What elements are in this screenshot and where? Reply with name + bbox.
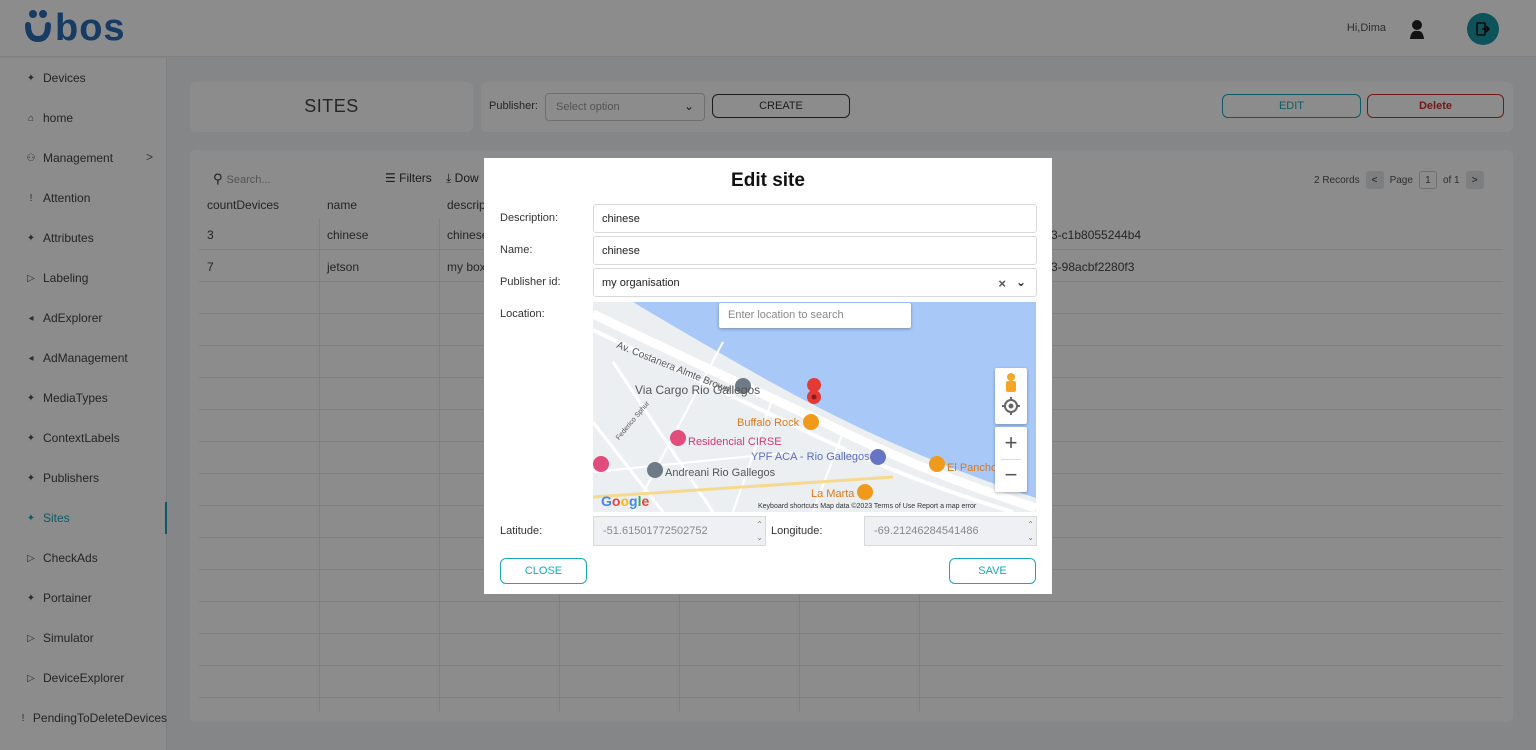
map-search-input[interactable]: Enter location to search [719, 303, 911, 328]
description-field[interactable]: chinese [593, 204, 1037, 233]
chevron-down-icon[interactable]: ⌄ [1016, 275, 1026, 289]
latitude-stepper[interactable]: ⌃ ⌄ [756, 518, 763, 544]
description-value: chinese [602, 213, 640, 225]
save-button[interactable]: SAVE [949, 558, 1036, 584]
longitude-label: Longitude: [771, 525, 823, 537]
name-value: chinese [602, 245, 640, 257]
map-label-residencial: Residencial CIRSE [688, 436, 782, 448]
map-label-buffalo-rock: Buffalo Rock [737, 417, 800, 429]
map-label-via-cargo: Via Cargo Rio Gallegos [635, 383, 761, 397]
my-location-icon[interactable] [1002, 397, 1020, 415]
map-view-controls [995, 368, 1027, 424]
location-map[interactable]: Av. Costanera Almte Brown Via Cargo Rio … [593, 302, 1036, 512]
buffalo-rock-pin[interactable] [803, 414, 819, 430]
map-label-la-marta: La Marta [811, 488, 855, 500]
dialog-title: Edit site [731, 170, 805, 191]
map-search-placeholder: Enter location to search [728, 309, 844, 321]
longitude-field[interactable]: -69.21246284541486 ⌃ ⌄ [864, 516, 1037, 546]
latitude-label: Latitude: [500, 525, 543, 537]
clear-icon[interactable]: × [998, 276, 1006, 291]
edit-site-dialog: Edit site Description: chinese Name: chi… [484, 158, 1052, 594]
location-label: Location: [500, 308, 545, 320]
pegman-icon[interactable] [1006, 373, 1016, 392]
zoom-out-button[interactable]: − [995, 460, 1027, 492]
residencial-pin[interactable] [670, 430, 686, 446]
google-logo: Google [601, 493, 650, 509]
longitude-stepper[interactable]: ⌃ ⌄ [1027, 518, 1034, 544]
map-label-ypf: YPF ACA - Rio Gallegos [751, 451, 870, 463]
publisher-id-select[interactable]: my organisation × ⌄ [593, 268, 1037, 297]
el-pancho-pin[interactable] [929, 456, 945, 472]
longitude-value: -69.21246284541486 [874, 525, 979, 537]
andreani-pin[interactable] [647, 462, 663, 478]
publisher-id-label: Publisher id: [500, 276, 561, 288]
latitude-value: -51.61501772502752 [603, 525, 708, 537]
la-marta-pin[interactable] [857, 484, 873, 500]
publisher-id-value: my organisation [602, 277, 680, 289]
name-field[interactable]: chinese [593, 236, 1037, 265]
map-controls-icons [1002, 373, 1020, 415]
map-label-el-pancho: El Pancho [947, 462, 998, 474]
zoom-controls: + − [995, 427, 1027, 492]
name-label: Name: [500, 244, 533, 256]
close-button[interactable]: CLOSE [500, 558, 587, 584]
latitude-field[interactable]: -51.61501772502752 ⌃ ⌄ [593, 516, 766, 546]
hotel-pin[interactable] [593, 456, 609, 472]
description-label: Description: [500, 212, 559, 224]
zoom-in-button[interactable]: + [995, 427, 1027, 459]
map-label-andreani: Andreani Rio Gallegos [665, 467, 776, 479]
map-attribution[interactable]: Keyboard shortcuts Map data ©2023 Terms … [758, 503, 976, 510]
map-tiles [593, 302, 1036, 512]
ypf-pin[interactable] [870, 449, 886, 465]
